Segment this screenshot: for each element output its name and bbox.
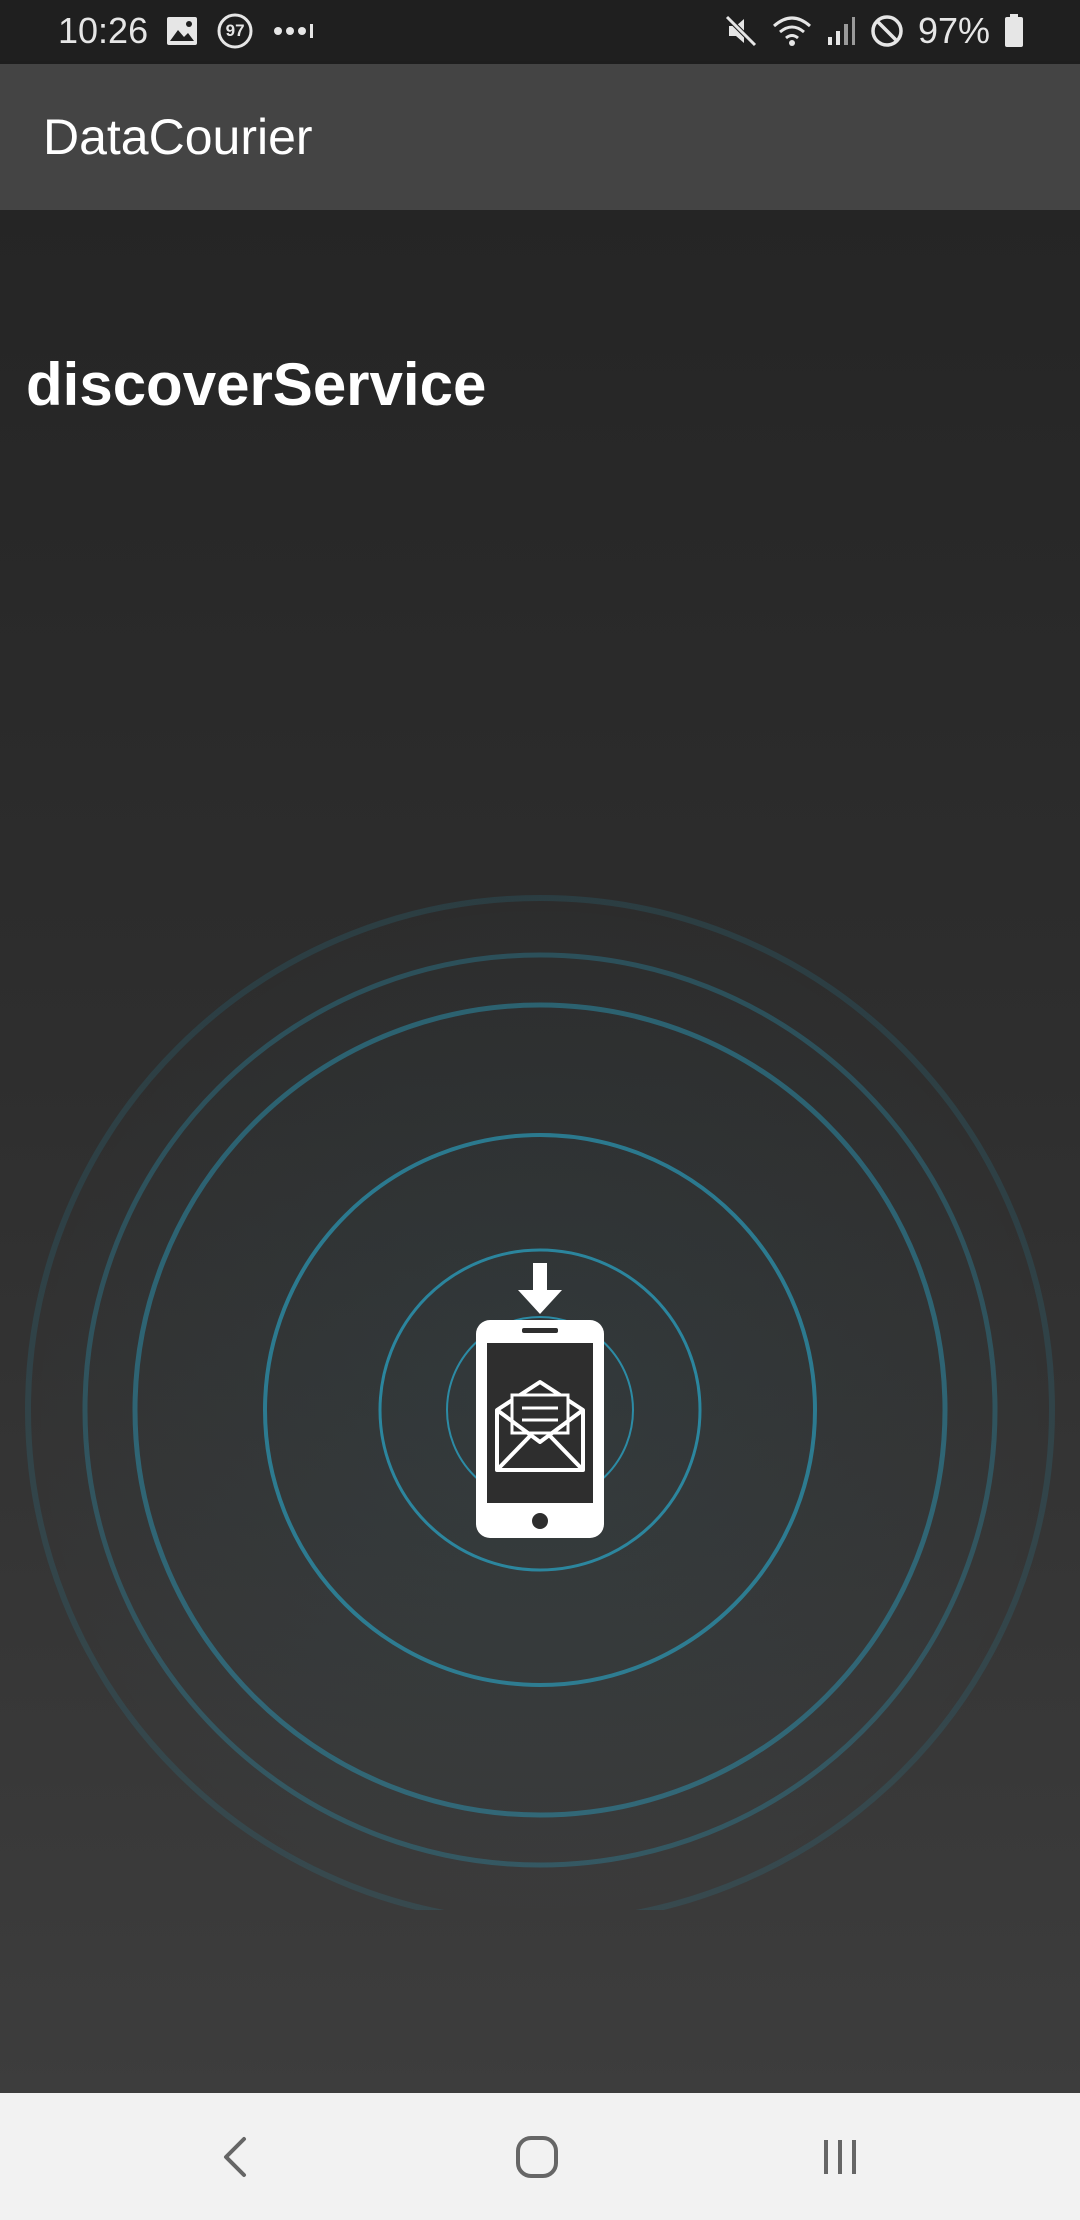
- notification-count: 97: [225, 21, 245, 40]
- back-icon: [224, 2136, 246, 2177]
- notification-count-icon: 97: [216, 12, 254, 50]
- signal-icon: [826, 15, 856, 47]
- status-time: 10:26: [58, 10, 149, 51]
- app-bar: DataCourier: [0, 64, 1080, 210]
- app-title: DataCourier: [43, 109, 313, 165]
- battery-icon: [1004, 14, 1024, 48]
- do-not-disturb-icon: [870, 14, 904, 48]
- status-bar: 10:26 97 97%: [0, 0, 1080, 64]
- home-icon: [516, 2135, 558, 2178]
- main-content: discoverService: [0, 210, 1080, 2093]
- system-nav-bar: [0, 2093, 1080, 2220]
- more-dots-icon: [272, 21, 316, 41]
- page-heading: discoverService: [26, 351, 487, 418]
- back-button[interactable]: [135, 2093, 335, 2220]
- image-icon: [166, 16, 198, 46]
- wifi-icon: [772, 14, 812, 48]
- radar-rings: [20, 890, 1060, 1910]
- battery-percent: 97%: [917, 10, 990, 51]
- home-button[interactable]: [437, 2093, 637, 2220]
- recents-button[interactable]: [740, 2093, 940, 2220]
- recents-icon: [824, 2139, 856, 2174]
- mute-icon: [724, 14, 758, 48]
